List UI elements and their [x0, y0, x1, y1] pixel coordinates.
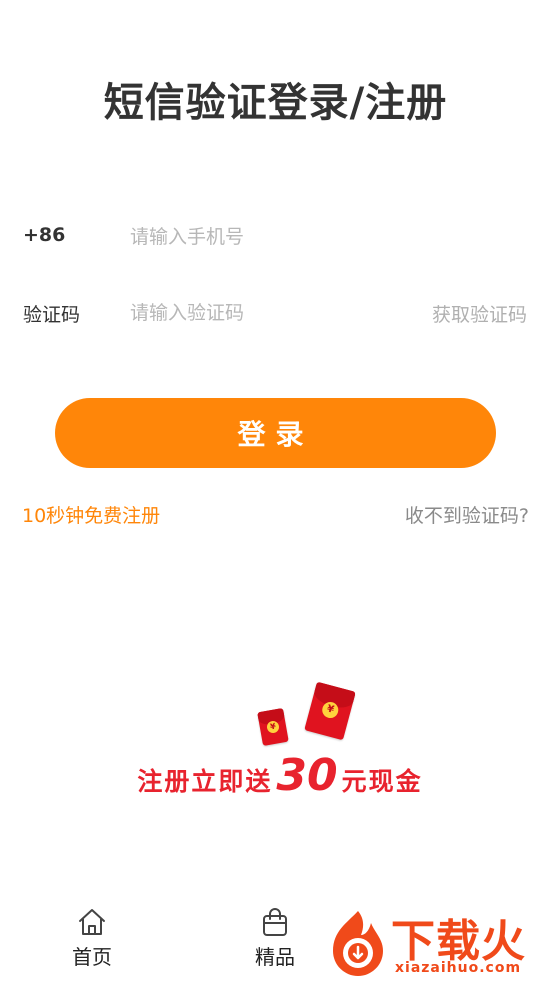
- country-code-label[interactable]: +86: [23, 224, 65, 246]
- code-label: 验证码: [23, 304, 81, 326]
- promo-prefix: 注册立即送: [137, 767, 273, 796]
- phone-input[interactable]: [130, 219, 400, 255]
- code-input[interactable]: [130, 295, 400, 331]
- code-row: 验证码 获取验证码: [0, 293, 551, 333]
- tab-home[interactable]: 首页: [52, 906, 132, 970]
- phone-row: +86: [0, 217, 551, 257]
- promo-suffix: 元现金: [341, 767, 423, 796]
- no-code-link[interactable]: 收不到验证码?: [405, 501, 529, 528]
- home-icon: [79, 909, 105, 935]
- red-envelope-small-icon: ¥: [257, 708, 289, 746]
- register-link[interactable]: 10秒钟免费注册: [22, 501, 160, 528]
- watermark-logo: 下载火 xiazaihuo.com: [325, 905, 549, 981]
- promo-banner[interactable]: ¥ ¥ 注册立即送30 元现金: [90, 678, 470, 818]
- tab-premium[interactable]: 精品: [235, 906, 315, 970]
- promo-text: 注册立即送30 元现金: [90, 750, 470, 801]
- flame-logo-icon: [333, 911, 383, 976]
- watermark-url: xiazaihuo.com: [395, 960, 522, 976]
- promo-amount: 30: [276, 750, 338, 801]
- tab-home-label: 首页: [72, 945, 112, 969]
- page-title: 短信验证登录/注册: [103, 80, 448, 126]
- login-button[interactable]: 登录: [55, 398, 496, 468]
- bag-icon: [263, 908, 287, 936]
- red-envelope-large-icon: ¥: [304, 681, 356, 741]
- get-code-button[interactable]: 获取验证码: [432, 300, 527, 327]
- tab-premium-label: 精品: [255, 945, 295, 969]
